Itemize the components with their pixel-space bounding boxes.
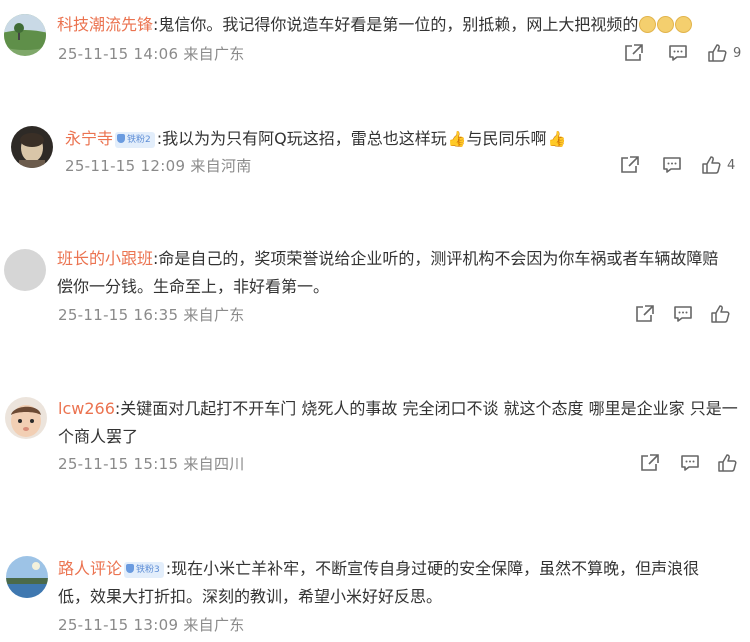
comment-actions <box>635 305 730 323</box>
comment-meta: 25-11-15 13:09 来自广东 <box>58 616 245 634</box>
like-icon <box>708 44 727 62</box>
share-icon[interactable] <box>624 44 644 62</box>
fan-badge: 铁粉2 <box>115 132 155 148</box>
like-count: 9 <box>733 45 742 61</box>
avatar[interactable] <box>4 249 46 291</box>
shield-icon <box>126 564 135 573</box>
comment-item: 班长的小跟班:命是自己的，奖项荣誉说给企业听的，测评机构不会因为你车祸或者车辆故… <box>0 235 750 335</box>
comment-actions: 9 <box>624 44 741 62</box>
cat-face-emoji <box>675 16 693 33</box>
avatar[interactable] <box>11 126 53 168</box>
comment-body: :我以为为只有阿Q玩这招，雷总也这样玩 <box>156 129 447 148</box>
cat-face-emoji <box>639 16 657 33</box>
avatar[interactable] <box>4 14 46 56</box>
share-icon[interactable] <box>640 454 660 472</box>
comment-text: 科技潮流先锋:鬼信你。我记得你说造车好看是第一位的，别抵赖，网上大把视频的 <box>57 11 747 39</box>
comment-item: 科技潮流先锋:鬼信你。我记得你说造车好看是第一位的，别抵赖，网上大把视频的 25… <box>0 0 750 90</box>
comment-icon[interactable] <box>680 454 700 472</box>
username-link[interactable]: 科技潮流先锋 <box>57 15 153 34</box>
comment-body-line2: 偿你一分钱。生命至上，非好看第一。 <box>57 277 330 296</box>
comment-meta: 25-11-15 15:15 来自四川 <box>58 455 245 473</box>
comment-text: 永宁寺 铁粉2:我以为为只有阿Q玩这招，雷总也这样玩👍与民同乐啊👍 <box>65 125 745 153</box>
comment-icon[interactable] <box>662 156 682 174</box>
fan-badge: 铁粉3 <box>124 562 164 578</box>
like-button[interactable] <box>711 305 730 323</box>
share-icon[interactable] <box>620 156 640 174</box>
comment-body-continued: 与民同乐啊 <box>466 129 547 148</box>
comment-meta: 25-11-15 14:06 来自广东 <box>58 45 245 63</box>
comment-body-line2: 个商人罢了 <box>58 427 139 446</box>
comment-text: 班长的小跟班:命是自己的，奖项荣誉说给企业听的，测评机构不会因为你车祸或者车辆故… <box>57 245 747 301</box>
like-icon <box>702 156 721 174</box>
comment-item: lcw266:关键面对几起打不开车门 烧死人的事故 完全闭口不谈 就这个态度 哪… <box>0 385 750 485</box>
comment-text: 路人评论 铁粉3:现在小米亡羊补牢，不断宣传自身过硬的安全保障，虽然不算晚，但声浪… <box>58 555 748 611</box>
shield-icon <box>117 134 126 143</box>
comment-body: :鬼信你。我记得你说造车好看是第一位的，别抵赖，网上大把视频的 <box>153 15 639 34</box>
comment-item: 路人评论 铁粉3:现在小米亡羊补牢，不断宣传自身过硬的安全保障，虽然不算晚，但声浪… <box>0 540 750 642</box>
comment-text: lcw266:关键面对几起打不开车门 烧死人的事故 完全闭口不谈 就这个态度 哪… <box>58 395 748 451</box>
username-link[interactable]: 路人评论 <box>58 559 122 578</box>
comment-body: :关键面对几起打不开车门 烧死人的事故 完全闭口不谈 就这个态度 哪里是企业家 … <box>114 399 738 418</box>
like-icon <box>718 454 737 472</box>
like-icon <box>711 305 730 323</box>
username-link[interactable]: 永宁寺 <box>65 129 113 148</box>
thumbs-up-emoji: 👍 <box>547 130 567 148</box>
comment-icon[interactable] <box>668 44 688 62</box>
like-button[interactable] <box>718 454 737 472</box>
comment-meta: 25-11-15 12:09 来自河南 <box>65 157 252 175</box>
avatar[interactable] <box>5 397 47 439</box>
comment-body-line2: 低，效果大打折扣。深刻的教训，希望小米好好反思。 <box>58 587 443 606</box>
thumbs-up-emoji: 👍 <box>447 130 467 148</box>
like-button[interactable]: 4 <box>702 156 735 174</box>
comment-body: :现在小米亡羊补牢，不断宣传自身过硬的安全保障，虽然不算晚，但声浪很 <box>165 559 700 578</box>
comment-meta: 25-11-15 16:35 来自广东 <box>58 306 245 324</box>
comment-body: :命是自己的，奖项荣誉说给企业听的，测评机构不会因为你车祸或者车辆故障赔 <box>153 249 719 268</box>
username-link[interactable]: lcw266 <box>58 399 115 418</box>
like-count: 4 <box>727 157 736 173</box>
comment-actions: 4 <box>620 156 735 174</box>
cat-face-emoji <box>657 16 675 33</box>
comment-item: 永宁寺 铁粉2:我以为为只有阿Q玩这招，雷总也这样玩👍与民同乐啊👍 25-11-1… <box>0 110 750 210</box>
comment-actions <box>640 454 737 472</box>
username-link[interactable]: 班长的小跟班 <box>57 249 153 268</box>
share-icon[interactable] <box>635 305 655 323</box>
like-button[interactable]: 9 <box>708 44 741 62</box>
avatar[interactable] <box>6 556 48 598</box>
comment-icon[interactable] <box>673 305 693 323</box>
